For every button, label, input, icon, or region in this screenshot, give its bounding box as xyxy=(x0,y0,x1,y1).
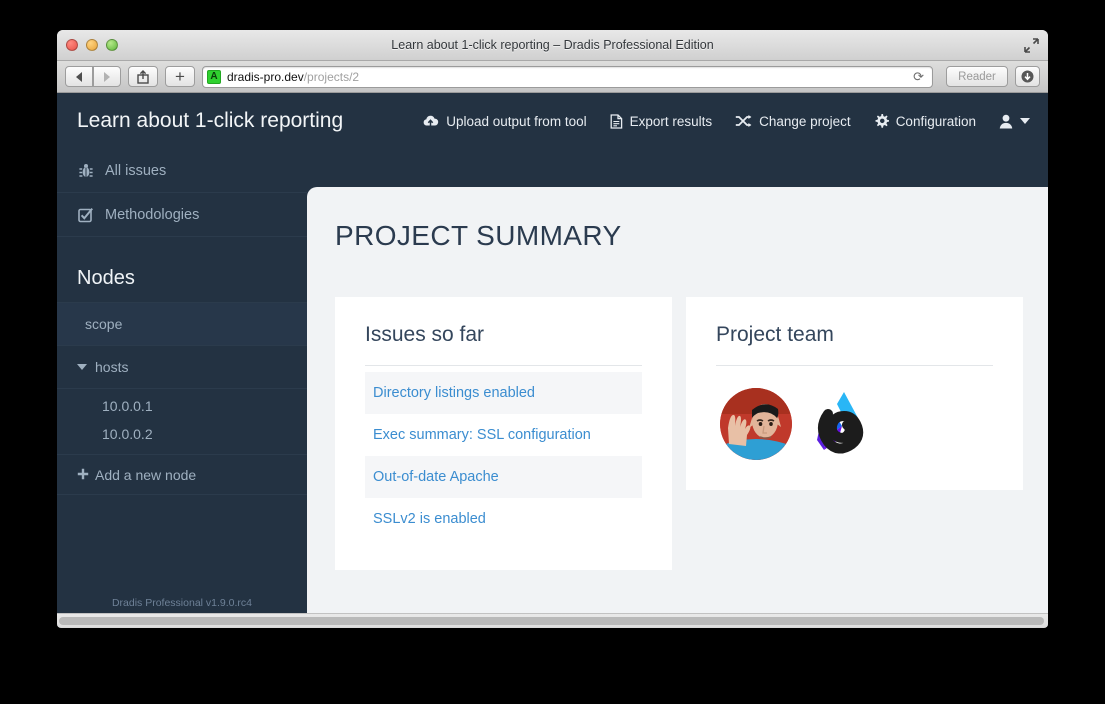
sidebar-item-label: Methodologies xyxy=(105,206,200,223)
forward-arrow-icon[interactable] xyxy=(93,66,121,87)
node-label: scope xyxy=(85,316,123,332)
url-path: /projects/2 xyxy=(303,69,360,84)
nav-export-results[interactable]: Export results xyxy=(610,113,713,129)
nav-label: Change project xyxy=(759,113,851,129)
issue-row[interactable]: SSLv2 is enabled xyxy=(365,498,642,540)
fullscreen-icon[interactable] xyxy=(1022,36,1041,55)
cards-row: Issues so far Directory listings enabled… xyxy=(307,252,1048,570)
team-card: Project team xyxy=(686,297,1023,490)
user-icon xyxy=(999,114,1013,129)
browser-titlebar: Learn about 1-click reporting – Dradis P… xyxy=(57,30,1048,61)
sidebar: All issues Methodologies Nodes scope hos… xyxy=(57,149,307,627)
main-panel: PROJECT SUMMARY Issues so far Directory … xyxy=(307,187,1048,613)
window-title: Learn about 1-click reporting – Dradis P… xyxy=(391,38,714,52)
divider xyxy=(365,365,642,366)
new-tab-button[interactable]: + xyxy=(165,66,195,87)
node-item-host[interactable]: 10.0.0.1 xyxy=(57,392,307,420)
gear-icon xyxy=(874,113,889,129)
host-label: 10.0.0.2 xyxy=(102,426,153,442)
add-new-node-button[interactable]: Add a new node xyxy=(57,455,307,495)
issue-row[interactable]: Out-of-date Apache xyxy=(365,456,642,498)
app-header: Learn about 1-click reporting Upload out… xyxy=(57,93,1048,149)
shuffle-icon xyxy=(735,114,752,128)
caret-down-icon xyxy=(77,364,87,370)
card-title: Issues so far xyxy=(365,323,485,346)
caret-down-icon xyxy=(1020,118,1030,124)
url-host: dradis-pro.dev xyxy=(227,69,304,84)
nav-change-project[interactable]: Change project xyxy=(735,114,851,129)
back-arrow-icon[interactable] xyxy=(65,66,93,87)
nav-configuration[interactable]: Configuration xyxy=(874,113,976,129)
user-menu[interactable] xyxy=(999,114,1030,129)
issue-link[interactable]: Directory listings enabled xyxy=(373,385,535,401)
minimize-window-button[interactable] xyxy=(86,39,98,51)
document-icon xyxy=(610,113,623,129)
reload-icon[interactable]: ⟳ xyxy=(913,69,924,85)
issue-link[interactable]: Exec summary: SSL configuration xyxy=(373,427,591,443)
avatar-spock[interactable] xyxy=(720,388,792,460)
close-window-button[interactable] xyxy=(66,39,78,51)
nav-buttons xyxy=(65,66,121,87)
issue-row[interactable]: Directory listings enabled xyxy=(365,372,642,414)
issue-link[interactable]: Out-of-date Apache xyxy=(373,469,499,485)
horizontal-scrollbar[interactable] xyxy=(57,613,1048,627)
browser-window: Learn about 1-click reporting – Dradis P… xyxy=(57,30,1048,628)
card-title: Project team xyxy=(716,323,834,346)
scrollbar-thumb[interactable] xyxy=(59,617,1044,625)
download-icon[interactable] xyxy=(1015,66,1040,87)
avatar-logo[interactable] xyxy=(804,388,876,460)
node-item-host[interactable]: 10.0.0.2 xyxy=(57,420,307,448)
nodes-heading: Nodes xyxy=(57,237,307,303)
divider xyxy=(716,365,993,366)
nav-label: Upload output from tool xyxy=(446,113,587,129)
app-nav: Upload output from tool Export results C… xyxy=(422,113,1030,129)
plus-icon xyxy=(77,467,89,483)
node-group-hosts[interactable]: hosts xyxy=(57,346,307,389)
page-title: PROJECT SUMMARY xyxy=(335,220,622,251)
nav-label: Configuration xyxy=(895,113,976,129)
issues-card: Issues so far Directory listings enabled… xyxy=(335,297,672,570)
sidebar-item-methodologies[interactable]: Methodologies xyxy=(57,193,307,237)
node-item-scope[interactable]: scope xyxy=(57,303,307,346)
dradis-app: Learn about 1-click reporting Upload out… xyxy=(57,93,1048,627)
nav-label: Export results xyxy=(629,113,713,129)
team-avatars xyxy=(716,372,993,466)
page-heading: Learn about 1-click reporting xyxy=(77,109,344,132)
browser-viewport: Learn about 1-click reporting Upload out… xyxy=(57,93,1048,627)
node-label: hosts xyxy=(95,359,129,375)
reader-button[interactable]: Reader xyxy=(946,66,1008,87)
bug-icon xyxy=(77,163,94,179)
cloud-upload-icon xyxy=(422,114,439,128)
host-children: 10.0.0.1 10.0.0.2 xyxy=(57,389,307,455)
nav-upload-output[interactable]: Upload output from tool xyxy=(422,113,587,129)
sidebar-item-label: All issues xyxy=(105,162,167,179)
host-label: 10.0.0.1 xyxy=(102,398,153,414)
url-bar[interactable]: A dradis-pro.dev /projects/2 ⟳ xyxy=(202,65,933,88)
sidebar-item-all-issues[interactable]: All issues xyxy=(57,149,307,193)
share-icon[interactable] xyxy=(128,66,158,87)
maximize-window-button[interactable] xyxy=(106,39,118,51)
site-favicon-icon: A xyxy=(207,69,221,84)
issue-row[interactable]: Exec summary: SSL configuration xyxy=(365,414,642,456)
app-version-footer: Dradis Professional v1.9.0.rc4 xyxy=(111,597,253,609)
add-node-label: Add a new node xyxy=(95,466,197,483)
browser-toolbar: + A dradis-pro.dev /projects/2 ⟳ Reader xyxy=(57,61,1048,93)
checked-box-icon xyxy=(77,207,94,223)
issue-link[interactable]: SSLv2 is enabled xyxy=(373,511,486,527)
